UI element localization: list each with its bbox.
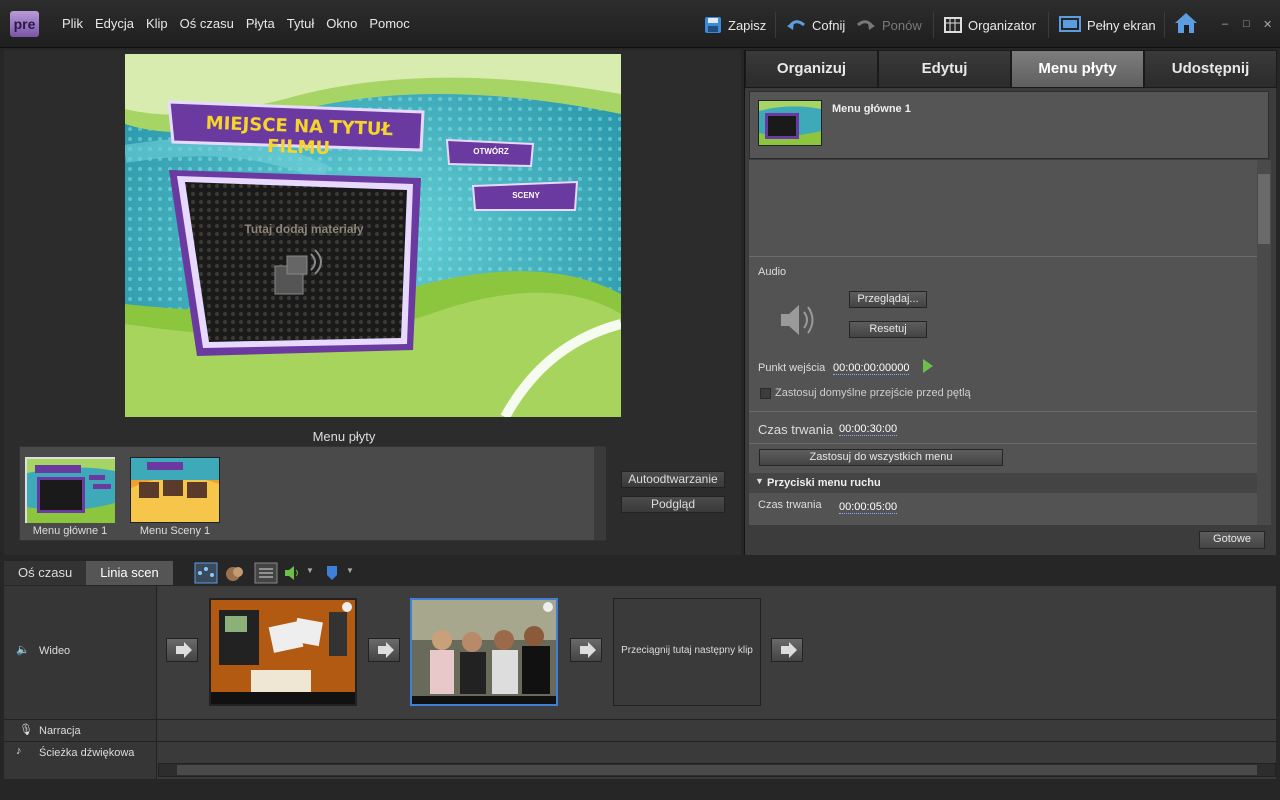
transition-checkbox[interactable] xyxy=(760,388,771,399)
effects-icon[interactable] xyxy=(224,564,246,582)
preview-panel: MIEJSCE NA TYTUŁ FILMU OTWÓRZ SCENY Tuta… xyxy=(4,50,741,555)
organizer-icon xyxy=(944,17,962,33)
play-icon[interactable] xyxy=(923,359,933,373)
tab-share[interactable]: Udostępnij xyxy=(1144,50,1277,88)
microphone-icon[interactable]: 🎙 xyxy=(19,723,33,736)
menu-file[interactable]: Plik xyxy=(56,16,89,31)
main-menu: Plik Edycja Klip Oś czasu Płyta Tytuł Ok… xyxy=(56,16,416,31)
thumb-scenes-menu-caption: Menu Sceny 1 xyxy=(139,525,211,537)
tab-disc-menus[interactable]: Menu płyty xyxy=(1011,50,1144,88)
audio-dropdown-icon[interactable]: ▼ xyxy=(306,566,314,575)
speaker-icon[interactable]: 🔈 xyxy=(16,643,30,656)
motion-duration-value[interactable]: 00:00:05:00 xyxy=(839,501,898,514)
reset-button[interactable]: Resetuj xyxy=(849,321,927,338)
apply-all-menus-button[interactable]: Zastosuj do wszystkich menu xyxy=(759,449,1003,466)
smart-trim-icon[interactable] xyxy=(194,562,218,584)
duration-value[interactable]: 00:00:30:00 xyxy=(839,423,898,436)
maximize-icon[interactable]: □ xyxy=(1243,18,1250,30)
sceneline-tracks: 🔈 Wideo Przeciągnij tutaj następny klip … xyxy=(4,586,1276,779)
task-tabs: Organizuj Edytuj Menu płyty Udostępnij xyxy=(745,50,1277,88)
fullscreen-icon xyxy=(1059,16,1081,32)
motion-section-title: Przyciski menu ruchu xyxy=(767,477,881,489)
motion-duration-label: Czas trwania xyxy=(758,499,822,511)
fullscreen-button[interactable]: Pełny ekran xyxy=(1059,14,1156,36)
timeline-tabs: Oś czasu Linia scen xyxy=(4,561,173,585)
menu-help[interactable]: Pomoc xyxy=(363,16,415,31)
selected-menu-thumbnail xyxy=(758,100,822,146)
drop-zone-text[interactable]: Tutaj dodaj materiały xyxy=(209,222,399,236)
autoplay-button[interactable]: Autoodtwarzanie xyxy=(621,471,725,488)
thumb-main-menu[interactable] xyxy=(25,457,115,523)
audio-label: Audio xyxy=(758,266,787,278)
motion-buttons-section-header[interactable]: ▼ Przyciski menu ruchu xyxy=(749,473,1259,493)
preview-button[interactable]: Podgląd xyxy=(621,496,725,513)
selected-menu-name: Menu główne 1 xyxy=(832,103,911,115)
menu-scenes-button[interactable]: SCENY xyxy=(477,191,575,200)
tab-organize[interactable]: Organizuj xyxy=(745,50,878,88)
done-button[interactable]: Gotowe xyxy=(1199,531,1265,549)
browse-button[interactable]: Przeglądaj... xyxy=(849,291,927,308)
properties-scrollbar[interactable] xyxy=(1257,160,1271,525)
transition-slot-3[interactable] xyxy=(570,638,602,662)
timeline-scroll-thumb[interactable] xyxy=(177,765,1257,775)
undo-icon xyxy=(787,20,805,30)
in-point-value[interactable]: 00:00:00:00000 xyxy=(833,362,910,375)
disc-menu-preview[interactable]: MIEJSCE NA TYTUŁ FILMU OTWÓRZ SCENY Tuta… xyxy=(125,54,621,417)
menu-title[interactable]: Tytuł xyxy=(281,16,320,31)
minimize-icon[interactable]: – xyxy=(1222,18,1228,30)
marker-dropdown-icon[interactable]: ▼ xyxy=(346,566,354,575)
thumb-scenes-menu[interactable] xyxy=(130,457,220,523)
transition-slot-2[interactable] xyxy=(368,638,400,662)
properties-icon[interactable] xyxy=(254,562,278,584)
menu-bar: pre Plik Edycja Klip Oś czasu Płyta Tytu… xyxy=(0,0,1280,48)
redo-button[interactable]: Ponów xyxy=(856,14,922,36)
organizer-button[interactable]: Organizator xyxy=(944,14,1036,36)
tasks-panel: Organizuj Edytuj Menu płyty Udostępnij M… xyxy=(744,50,1277,555)
marker-icon[interactable] xyxy=(326,565,338,581)
menu-clip[interactable]: Klip xyxy=(140,16,174,31)
tab-sceneline[interactable]: Linia scen xyxy=(86,561,173,585)
scene-clip-2[interactable] xyxy=(410,598,558,706)
clip-badge-icon xyxy=(342,602,352,612)
save-icon xyxy=(705,17,721,33)
clip-badge-icon xyxy=(543,602,553,612)
audio-mixer-icon[interactable] xyxy=(284,565,300,581)
save-button[interactable]: Zapisz xyxy=(704,14,766,36)
transition-slot-4[interactable] xyxy=(771,638,803,662)
menu-title-placeholder[interactable]: MIEJSCE NA TYTUŁ FILMU xyxy=(180,112,417,162)
selected-menu-info: Menu główne 1 xyxy=(749,91,1269,159)
music-note-icon[interactable]: ♪ xyxy=(16,745,22,757)
close-icon[interactable]: ✕ xyxy=(1263,18,1272,31)
thumb-main-menu-caption: Menu główne 1 xyxy=(32,525,108,537)
speaker-icon xyxy=(781,305,814,335)
menu-window[interactable]: Okno xyxy=(320,16,363,31)
disc-menus-label: Menu płyty xyxy=(312,429,376,444)
next-clip-drop-target[interactable]: Przeciągnij tutaj następny klip xyxy=(613,598,761,706)
in-point-label: Punkt wejścia xyxy=(758,362,826,374)
menu-properties: Audio Przeglądaj... Resetuj Punkt wejści… xyxy=(749,160,1259,525)
menu-disc[interactable]: Płyta xyxy=(240,16,281,31)
redo-icon xyxy=(857,20,875,30)
undo-button[interactable]: Cofnij xyxy=(786,14,845,36)
collapse-triangle-icon: ▼ xyxy=(755,476,764,486)
menu-play-button[interactable]: OTWÓRZ xyxy=(451,147,531,156)
transition-slot-1[interactable] xyxy=(166,638,198,662)
properties-scroll-thumb[interactable] xyxy=(1258,174,1270,244)
scene-clip-1[interactable] xyxy=(209,598,357,706)
duration-label: Czas trwania xyxy=(758,422,834,437)
tab-edit[interactable]: Edytuj xyxy=(878,50,1011,88)
home-icon[interactable] xyxy=(1174,12,1198,34)
thumbnails-scrollbar[interactable] xyxy=(594,447,606,540)
timeline-panel: Oś czasu Linia scen ▼ ▼ 🔈 Wideo Przeciąg… xyxy=(0,559,1280,800)
timeline-horizontal-scrollbar[interactable] xyxy=(158,763,1276,777)
transition-checkbox-label: Zastosuj domyślne przejście przed pętlą xyxy=(775,387,971,399)
menu-edit[interactable]: Edycja xyxy=(89,16,140,31)
tab-timeline[interactable]: Oś czasu xyxy=(4,561,87,585)
disc-menu-thumbnails: Menu główne 1 Menu Sceny 1 xyxy=(19,446,606,541)
menu-timeline[interactable]: Oś czasu xyxy=(174,16,240,31)
app-logo: pre xyxy=(10,11,39,37)
